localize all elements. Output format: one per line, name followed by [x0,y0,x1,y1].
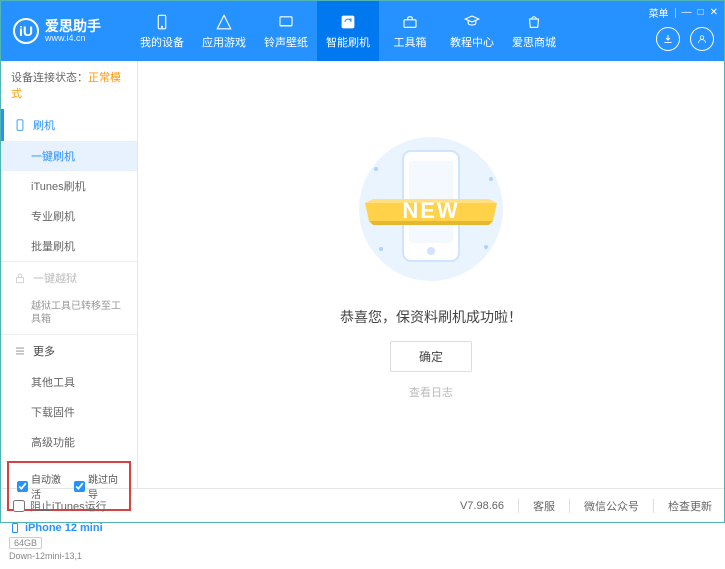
checkbox-auto-activate[interactable]: 自动激活 [17,471,64,501]
nav-apps[interactable]: 应用游戏 [193,1,255,61]
app-header: iU 爱思助手 www.i4.cn 我的设备 应用游戏 铃声壁纸 智能刷机 工具… [1,1,724,61]
phone-icon [9,521,21,535]
toolbox-icon [401,13,419,31]
maximize-button[interactable]: □ [698,7,704,18]
checkbox-input[interactable] [17,481,28,492]
ok-button[interactable]: 确定 [390,341,472,372]
logo-icon: iU [13,18,39,44]
success-illustration: NEW [331,129,531,289]
nav-label: 智能刷机 [326,34,370,50]
sidebar-item-oneclick[interactable]: 一键刷机 [1,141,137,171]
nav-label: 铃声壁纸 [264,34,308,50]
group-more: 更多 其他工具 下载固件 高级功能 [1,335,137,457]
svg-text:NEW: NEW [402,198,459,223]
user-icon [696,33,708,45]
device-detail: Down-12mini-13,1 [9,551,129,561]
apps-icon [215,13,233,31]
wechat-link[interactable]: 微信公众号 [584,498,639,514]
storage-badge: 64GB [9,537,42,549]
tutorial-icon [463,13,481,31]
block-itunes-label: 阻止iTunes运行 [30,498,107,514]
group-head-more[interactable]: 更多 [1,335,137,367]
user-button[interactable] [690,27,714,51]
device-name-text: iPhone 12 mini [25,522,103,534]
nav-label: 我的设备 [140,34,184,50]
sidebar-item-pro[interactable]: 专业刷机 [1,201,137,231]
download-button[interactable] [656,27,680,51]
phone-icon [153,13,171,31]
nav-label: 教程中心 [450,34,494,50]
checkbox-input[interactable] [13,500,25,512]
separator [675,8,676,18]
app-title: 爱思助手 [45,19,101,33]
logo-area: iU 爱思助手 www.i4.cn [1,18,131,44]
store-icon [525,13,543,31]
close-button[interactable]: ✕ [710,7,718,18]
sidebar-item-other-tools[interactable]: 其他工具 [1,367,137,397]
service-link[interactable]: 客服 [533,498,555,514]
checkbox-skip-guide[interactable]: 跳过向导 [74,471,121,501]
nav-wallpaper[interactable]: 铃声壁纸 [255,1,317,61]
list-icon [13,344,27,358]
footer-right: V7.98.66 客服 微信公众号 检查更新 [460,498,712,514]
sidebar-item-batch[interactable]: 批量刷机 [1,231,137,261]
connection-status: 设备连接状态：正常模式 [1,61,137,109]
sidebar-item-advanced[interactable]: 高级功能 [1,427,137,457]
app-url: www.i4.cn [45,33,101,44]
nav-flash[interactable]: 智能刷机 [317,1,379,61]
success-message: 恭喜您，保资料刷机成功啦！ [340,307,522,327]
minimize-button[interactable]: — [682,7,692,18]
sidebar-item-itunes[interactable]: iTunes刷机 [1,171,137,201]
group-head-flash[interactable]: 刷机 [1,109,137,141]
main-content: NEW 恭喜您，保资料刷机成功啦！ 确定 查看日志 [138,61,724,488]
download-icon [662,33,674,45]
group-title: 刷机 [33,117,55,133]
nav-tutorial[interactable]: 教程中心 [441,1,503,61]
separator [518,499,519,513]
phone-icon [13,118,27,132]
top-nav: 我的设备 应用游戏 铃声壁纸 智能刷机 工具箱 教程中心 爱思商城 [131,1,724,61]
group-flash: 刷机 一键刷机 iTunes刷机 专业刷机 批量刷机 [1,109,137,262]
checkbox-input[interactable] [74,481,85,492]
nav-my-device[interactable]: 我的设备 [131,1,193,61]
nav-label: 爱思商城 [512,34,556,50]
device-name[interactable]: iPhone 12 mini [9,521,129,535]
sidebar-item-download-fw[interactable]: 下载固件 [1,397,137,427]
body: 设备连接状态：正常模式 刷机 一键刷机 iTunes刷机 专业刷机 批量刷机 一… [1,61,724,488]
separator [569,499,570,513]
device-block: iPhone 12 mini 64GB Down-12mini-13,1 [1,515,137,569]
header-actions [656,27,714,51]
wallpaper-icon [277,13,295,31]
group-title: 一键越狱 [33,270,77,286]
nav-label: 工具箱 [394,34,427,50]
logo-text: 爱思助手 www.i4.cn [45,19,101,44]
sidebar: 设备连接状态：正常模式 刷机 一键刷机 iTunes刷机 专业刷机 批量刷机 一… [1,61,138,488]
checkbox-label: 自动激活 [31,471,64,501]
view-log-link[interactable]: 查看日志 [409,384,453,400]
menu-button[interactable]: 菜单 [649,5,669,20]
checkbox-label: 跳过向导 [88,471,121,501]
version-label: V7.98.66 [460,500,504,512]
group-title: 更多 [33,343,55,359]
flash-icon [339,13,357,31]
status-label: 设备连接状态： [11,72,88,84]
nav-store[interactable]: 爱思商城 [503,1,565,61]
group-jailbreak: 一键越狱 越狱工具已转移至工具箱 [1,262,137,335]
block-itunes-checkbox[interactable]: 阻止iTunes运行 [13,498,107,514]
window-controls: 菜单 — □ ✕ [649,5,718,20]
update-link[interactable]: 检查更新 [668,498,712,514]
lock-icon [13,271,27,285]
nav-toolbox[interactable]: 工具箱 [379,1,441,61]
nav-label: 应用游戏 [202,34,246,50]
group-head-jailbreak[interactable]: 一键越狱 [1,262,137,294]
jailbreak-note: 越狱工具已转移至工具箱 [1,294,137,334]
separator [653,499,654,513]
